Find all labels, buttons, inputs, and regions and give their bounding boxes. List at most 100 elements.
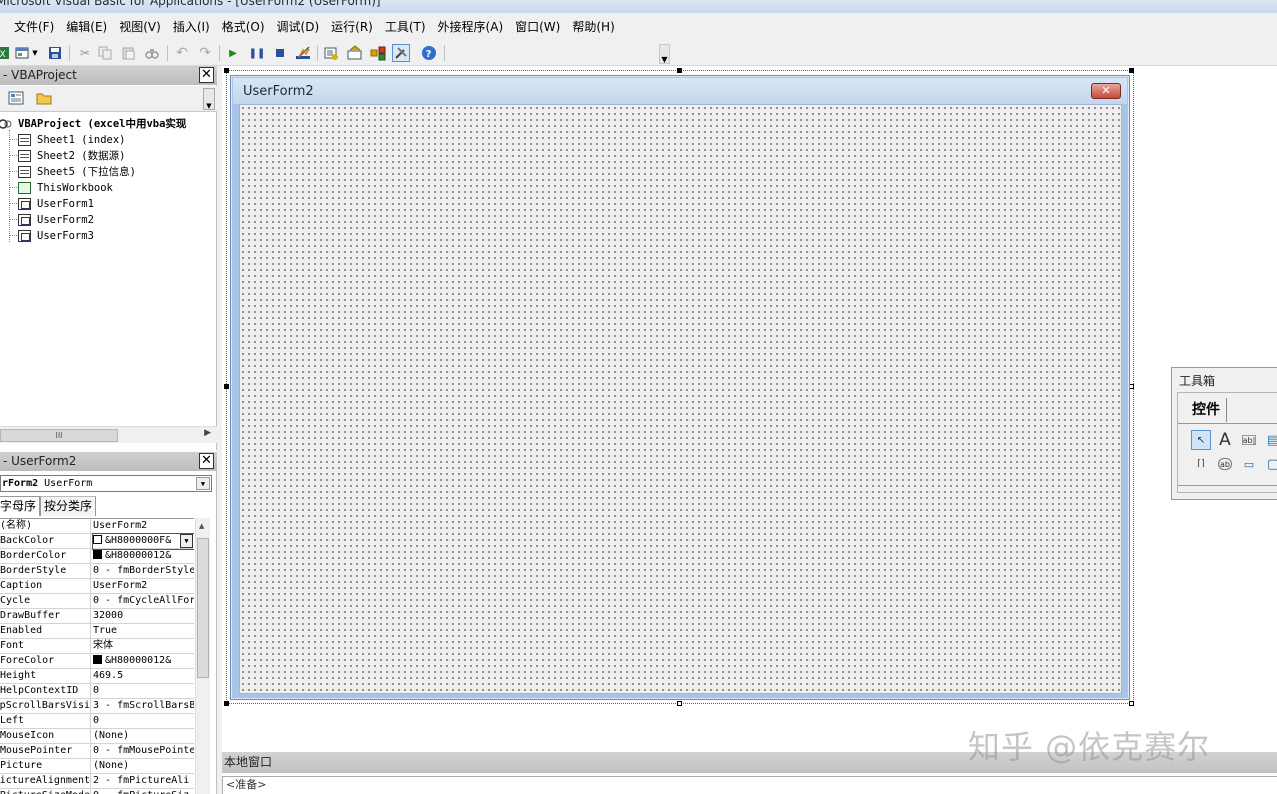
property-row[interactable]: (名称) UserForm2 bbox=[0, 519, 194, 534]
property-row[interactable]: MousePointer 0 - fmMousePointe bbox=[0, 744, 194, 759]
menu-file[interactable]: 文件(F) bbox=[8, 13, 60, 41]
properties-window-icon[interactable] bbox=[346, 44, 364, 62]
project-explorer-close-button[interactable]: ✕ bbox=[199, 67, 214, 83]
menu-format[interactable]: 格式(O) bbox=[216, 13, 271, 41]
tree-item-sheet2[interactable]: Sheet2 (数据源) bbox=[18, 148, 125, 164]
property-value[interactable]: True bbox=[93, 624, 194, 639]
properties-close-button[interactable]: ✕ bbox=[199, 453, 214, 469]
menu-window[interactable]: 窗口(W) bbox=[509, 13, 566, 41]
tree-item-userform3[interactable]: UserForm3 bbox=[18, 228, 94, 244]
property-row[interactable]: HelpContextID 0 bbox=[0, 684, 194, 699]
property-value[interactable]: 469.5 bbox=[93, 669, 194, 684]
menu-addins[interactable]: 外接程序(A) bbox=[432, 13, 510, 41]
tab-alphabetic[interactable]: 字母序 bbox=[0, 496, 41, 516]
property-row[interactable]: KeepScrollBarsVisi3 - fmScrollBarsB bbox=[0, 699, 194, 714]
property-row[interactable]: BorderStyle 0 - fmBorderStyle bbox=[0, 564, 194, 579]
property-row[interactable]: PictureAlignment 2 - fmPictureAli bbox=[0, 774, 194, 789]
chevron-down-icon[interactable]: ▼ bbox=[30, 44, 40, 62]
design-mode-icon[interactable] bbox=[294, 44, 312, 62]
toolbox-icon[interactable] bbox=[392, 44, 410, 62]
property-row[interactable]: Cycle 0 - fmCycleAllFor bbox=[0, 594, 194, 609]
property-value[interactable]: UserForm2 bbox=[93, 519, 194, 534]
commandbutton-icon[interactable]: ab bbox=[1218, 458, 1232, 470]
userform-close-button[interactable]: ✕ bbox=[1091, 83, 1121, 99]
property-row[interactable]: BorderColor &H80000012& bbox=[0, 549, 194, 564]
find-icon[interactable] bbox=[143, 44, 161, 62]
chevron-down-icon[interactable]: ▼ bbox=[196, 477, 210, 490]
copy-icon[interactable] bbox=[96, 44, 114, 62]
project-explorer-icon[interactable] bbox=[322, 44, 340, 62]
property-row[interactable]: Picture (None) bbox=[0, 759, 194, 774]
property-row[interactable]: BackColor &H8000000F& ▼ bbox=[0, 533, 194, 550]
property-value[interactable]: &H80000012& bbox=[93, 654, 194, 669]
save-icon[interactable] bbox=[46, 44, 64, 62]
tab-controls[interactable]: 控件 bbox=[1186, 398, 1227, 422]
property-value[interactable]: 0 bbox=[93, 714, 194, 729]
tree-item-sheet5[interactable]: Sheet5 (下拉信息) bbox=[18, 164, 136, 180]
resize-handle-bottom-right[interactable] bbox=[1129, 701, 1134, 706]
menu-tools[interactable]: 工具(T) bbox=[379, 13, 432, 41]
property-value[interactable]: 3 - fmScrollBarsB bbox=[93, 699, 194, 714]
cut-icon[interactable]: ✂ bbox=[76, 44, 94, 62]
menu-help[interactable]: 帮助(H) bbox=[566, 13, 620, 41]
menu-edit[interactable]: 编辑(E) bbox=[60, 13, 113, 41]
menu-debug[interactable]: 调试(D) bbox=[271, 13, 326, 41]
property-value[interactable]: (None) bbox=[93, 729, 194, 744]
property-row[interactable]: MouseIcon (None) bbox=[0, 729, 194, 744]
paste-icon[interactable] bbox=[119, 44, 137, 62]
menu-view[interactable]: 视图(V) bbox=[113, 13, 167, 41]
tree-item-userform2[interactable]: UserForm2 bbox=[18, 212, 94, 228]
property-value[interactable]: 0 bbox=[93, 684, 194, 699]
property-row[interactable]: Font 宋体 bbox=[0, 639, 194, 654]
object-selector[interactable]: rForm2 UserForm ▼ bbox=[0, 475, 212, 492]
reset-icon[interactable] bbox=[271, 44, 289, 62]
property-value[interactable]: 0 - fmBorderStyle bbox=[93, 564, 194, 579]
property-value[interactable]: 0 - fmCycleAllFor bbox=[93, 594, 194, 609]
label-icon[interactable]: A bbox=[1215, 430, 1235, 450]
property-row[interactable]: Caption UserForm2 bbox=[0, 579, 194, 594]
chevron-down-icon[interactable]: ▼ bbox=[180, 534, 193, 548]
properties-vertical-scrollbar[interactable]: ▲ bbox=[195, 518, 210, 794]
break-icon[interactable]: ❚❚ bbox=[248, 44, 266, 62]
property-value[interactable]: UserForm2 bbox=[93, 579, 194, 594]
tab-categorized[interactable]: 按分类序 bbox=[40, 496, 97, 516]
property-value[interactable]: 2 - fmPictureAli bbox=[93, 774, 194, 789]
property-row[interactable]: Enabled True bbox=[0, 624, 194, 639]
resize-handle-bottom[interactable] bbox=[677, 701, 682, 706]
run-icon[interactable]: ▶ bbox=[224, 44, 242, 62]
scrollbar-thumb[interactable]: III bbox=[0, 429, 118, 442]
frame-icon[interactable]: ⌈⌉ bbox=[1191, 454, 1211, 474]
property-value[interactable]: 0 - fmPictureSiz bbox=[93, 789, 194, 794]
object-browser-icon[interactable] bbox=[369, 44, 387, 62]
userform-client-grid[interactable] bbox=[239, 104, 1122, 694]
property-row[interactable]: PictureSizeMode0 - fmPictureSiz bbox=[0, 789, 194, 794]
scroll-up-icon[interactable]: ▲ bbox=[199, 522, 204, 530]
textbox-icon[interactable]: ab| bbox=[1242, 435, 1256, 445]
scrollbar-icon[interactable]: ▭ bbox=[1239, 454, 1259, 474]
tree-root-vbaproject[interactable]: VBAProject (excel中用vba实现 bbox=[0, 116, 186, 132]
property-value[interactable]: 宋体 bbox=[93, 639, 194, 654]
multipage-icon[interactable]: ▢ bbox=[1263, 454, 1277, 474]
property-row[interactable]: Left 0 bbox=[0, 714, 194, 729]
combobox-icon[interactable]: ▤ bbox=[1263, 430, 1277, 450]
tree-item-userform1[interactable]: UserForm1 bbox=[18, 196, 94, 212]
project-horizontal-scrollbar[interactable]: III ▶ bbox=[0, 426, 217, 443]
property-value[interactable]: &H80000012& bbox=[93, 549, 194, 564]
property-value[interactable]: 0 - fmMousePointe bbox=[93, 744, 194, 759]
toggle-folders-icon[interactable] bbox=[36, 91, 52, 105]
property-value[interactable]: &H8000000F& ▼ bbox=[92, 533, 194, 550]
scroll-right-icon[interactable]: ▶ bbox=[204, 428, 211, 438]
property-row[interactable]: ForeColor &H80000012& bbox=[0, 654, 194, 669]
menu-insert[interactable]: 插入(I) bbox=[167, 13, 216, 41]
property-row[interactable]: Height 469.5 bbox=[0, 669, 194, 684]
scrollbar-thumb[interactable] bbox=[197, 538, 209, 678]
excel-icon[interactable]: X bbox=[0, 44, 12, 62]
tree-item-sheet1[interactable]: Sheet1 (index) bbox=[18, 132, 126, 148]
help-icon[interactable]: ? bbox=[420, 44, 438, 62]
property-value[interactable]: (None) bbox=[93, 759, 194, 774]
pointer-icon[interactable]: ↖ bbox=[1191, 430, 1211, 450]
undo-icon[interactable]: ↶ bbox=[173, 44, 191, 62]
tree-item-thisworkbook[interactable]: ThisWorkbook bbox=[18, 180, 113, 196]
userform2-design-surface[interactable]: UserForm2 ✕ bbox=[230, 75, 1130, 700]
project-toolbar-overflow[interactable]: ▼ bbox=[203, 88, 215, 110]
